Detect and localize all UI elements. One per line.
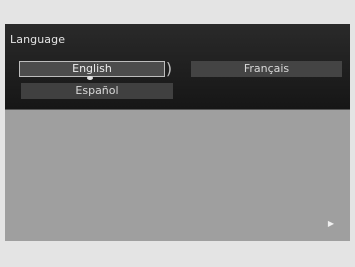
language-option-english[interactable]: English [19, 61, 165, 77]
next-arrow-icon[interactable]: ▶ [326, 219, 336, 229]
language-option-francais[interactable]: Français [191, 61, 342, 77]
language-screen: Language English ) Français Español ▶ [5, 24, 350, 241]
selection-bracket-icon: ) [165, 59, 173, 78]
language-header-panel: Language English ) Français Español [5, 24, 350, 109]
page-title: Language [10, 33, 66, 46]
cursor-dot-icon [87, 76, 93, 80]
language-option-espanol[interactable]: Español [21, 83, 173, 99]
panel-divider [5, 109, 350, 110]
